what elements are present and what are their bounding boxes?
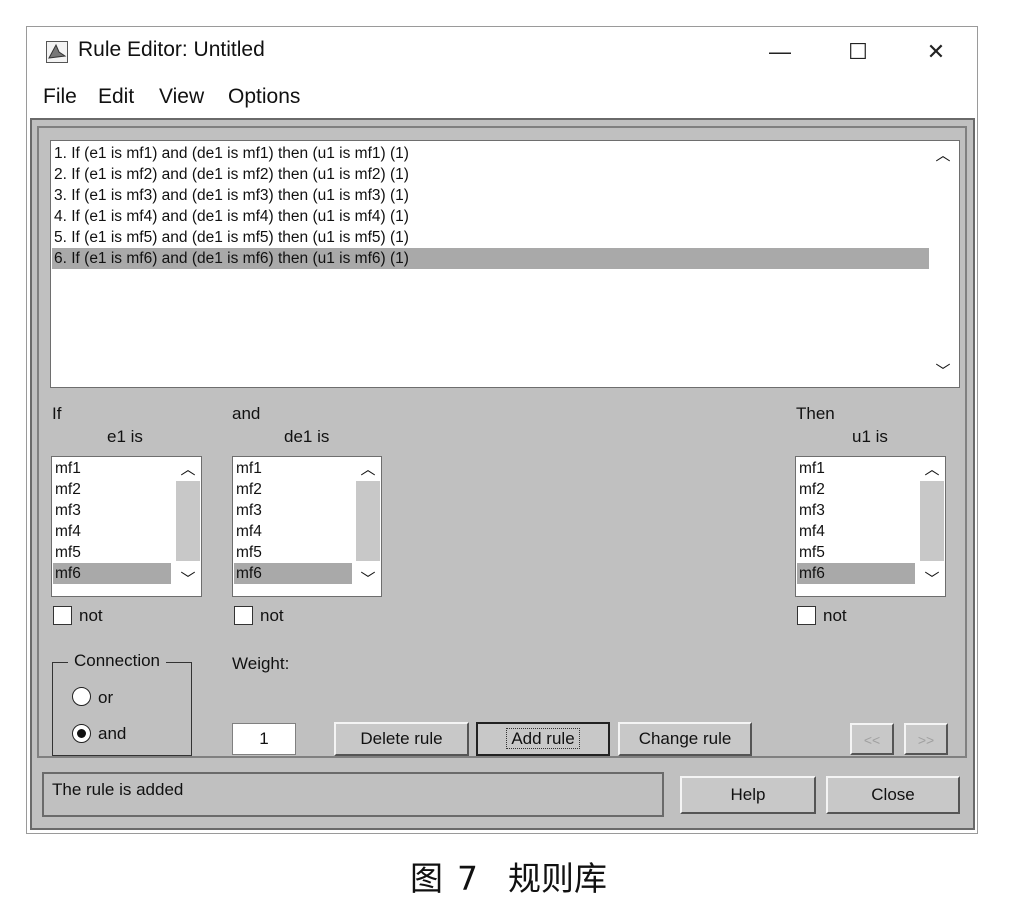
u1-not-checkbox[interactable]: [797, 606, 816, 625]
caption-text: 规则库: [508, 859, 607, 898]
rule-item[interactable]: 5. If (e1 is mf5) and (de1 is mf5) then …: [52, 227, 409, 248]
or-label: or: [98, 688, 114, 707]
scroll-up-icon[interactable]: ︿: [933, 145, 953, 167]
scrollbar-thumb[interactable]: [176, 481, 200, 561]
mf-option[interactable]: mf4: [234, 521, 262, 542]
previous-rule-button[interactable]: <<: [850, 723, 894, 755]
rule-item[interactable]: 4. If (e1 is mf4) and (de1 is mf4) then …: [52, 206, 409, 227]
status-text: The rule is added: [52, 780, 184, 799]
and-radio[interactable]: [72, 724, 91, 743]
if-label: If: [52, 404, 62, 423]
mf-option[interactable]: mf1: [53, 458, 81, 479]
e1-not-checkbox[interactable]: [53, 606, 72, 625]
delete-rule-button[interactable]: Delete rule: [334, 722, 469, 756]
scroll-up-icon[interactable]: ︿: [178, 459, 198, 481]
scroll-down-icon[interactable]: ﹀: [178, 569, 198, 591]
add-rule-label: Add rule: [506, 728, 580, 749]
rule-item[interactable]: 1. If (e1 is mf1) and (de1 is mf1) then …: [52, 143, 409, 164]
mf-option[interactable]: mf5: [234, 542, 262, 563]
mf-option[interactable]: mf1: [234, 458, 262, 479]
scroll-down-icon[interactable]: ﹀: [358, 569, 378, 591]
rule-item-selected[interactable]: 6. If (e1 is mf6) and (de1 is mf6) then …: [52, 248, 929, 269]
scroll-down-icon[interactable]: ﹀: [933, 361, 953, 383]
radio-selected-dot: [77, 729, 86, 738]
u1-mf-list[interactable]: mf1 mf2 mf3 mf4 mf5 mf6 ︿ ﹀: [795, 456, 946, 597]
connection-title: Connection: [68, 651, 167, 671]
e1-not-label: not: [79, 606, 103, 625]
mf-option[interactable]: mf5: [53, 542, 81, 563]
help-button[interactable]: Help: [680, 776, 816, 814]
mf-option[interactable]: mf2: [53, 479, 81, 500]
de1-not-label: not: [260, 606, 284, 625]
mf-option[interactable]: mf1: [797, 458, 825, 479]
caption-prefix: 图: [410, 859, 443, 898]
menu-options[interactable]: Options: [228, 85, 300, 109]
mf-option-selected[interactable]: mf6: [797, 563, 915, 584]
mf-option[interactable]: mf2: [797, 479, 825, 500]
menu-file[interactable]: File: [43, 85, 77, 109]
weight-input[interactable]: 1: [232, 723, 296, 755]
or-radio[interactable]: [72, 687, 91, 706]
window-title: Rule Editor: Untitled: [78, 38, 265, 61]
and-radio-label: and: [98, 724, 127, 743]
mf-option[interactable]: mf4: [53, 521, 81, 542]
scroll-up-icon[interactable]: ︿: [922, 459, 942, 481]
mf-option[interactable]: mf5: [797, 542, 825, 563]
scroll-down-icon[interactable]: ﹀: [922, 569, 942, 591]
mf-option[interactable]: mf4: [797, 521, 825, 542]
and-label: and: [232, 404, 261, 423]
mf-option-selected[interactable]: mf6: [234, 563, 352, 584]
rule-item[interactable]: 2. If (e1 is mf2) and (de1 is mf2) then …: [52, 164, 409, 185]
de1-not-checkbox[interactable]: [234, 606, 253, 625]
mf-option[interactable]: mf3: [53, 500, 81, 521]
scrollbar-thumb[interactable]: [920, 481, 944, 561]
e1-label: e1 is: [107, 427, 143, 446]
matlab-app-icon: [46, 41, 68, 63]
close-window-button[interactable]: ✕: [916, 36, 956, 68]
de1-label: de1 is: [284, 427, 330, 446]
de1-mf-list[interactable]: mf1 mf2 mf3 mf4 mf5 mf6 ︿ ﹀: [232, 456, 382, 597]
maximize-button[interactable]: ☐: [838, 36, 878, 68]
menu-edit[interactable]: Edit: [98, 85, 134, 109]
caption-number: 7: [457, 859, 478, 898]
mf-option[interactable]: mf3: [234, 500, 262, 521]
menu-view[interactable]: View: [159, 85, 204, 109]
close-button[interactable]: Close: [826, 776, 960, 814]
weight-label: Weight:: [232, 654, 290, 673]
rule-list[interactable]: 1. If (e1 is mf1) and (de1 is mf1) then …: [50, 140, 960, 388]
mf-option[interactable]: mf3: [797, 500, 825, 521]
figure-caption: 图 7 规则库: [0, 852, 1017, 900]
then-label: Then: [796, 404, 835, 423]
change-rule-button[interactable]: Change rule: [618, 722, 752, 756]
u1-label: u1 is: [852, 427, 888, 446]
mf-option[interactable]: mf2: [234, 479, 262, 500]
mf-option-selected[interactable]: mf6: [53, 563, 171, 584]
add-rule-button[interactable]: Add rule: [476, 722, 610, 756]
rule-item[interactable]: 3. If (e1 is mf3) and (de1 is mf3) then …: [52, 185, 409, 206]
u1-not-label: not: [823, 606, 847, 625]
scroll-up-icon[interactable]: ︿: [358, 459, 378, 481]
minimize-button[interactable]: —: [760, 36, 800, 68]
scrollbar-thumb[interactable]: [356, 481, 380, 561]
e1-mf-list[interactable]: mf1 mf2 mf3 mf4 mf5 mf6 ︿ ﹀: [51, 456, 202, 597]
next-rule-button[interactable]: >>: [904, 723, 948, 755]
